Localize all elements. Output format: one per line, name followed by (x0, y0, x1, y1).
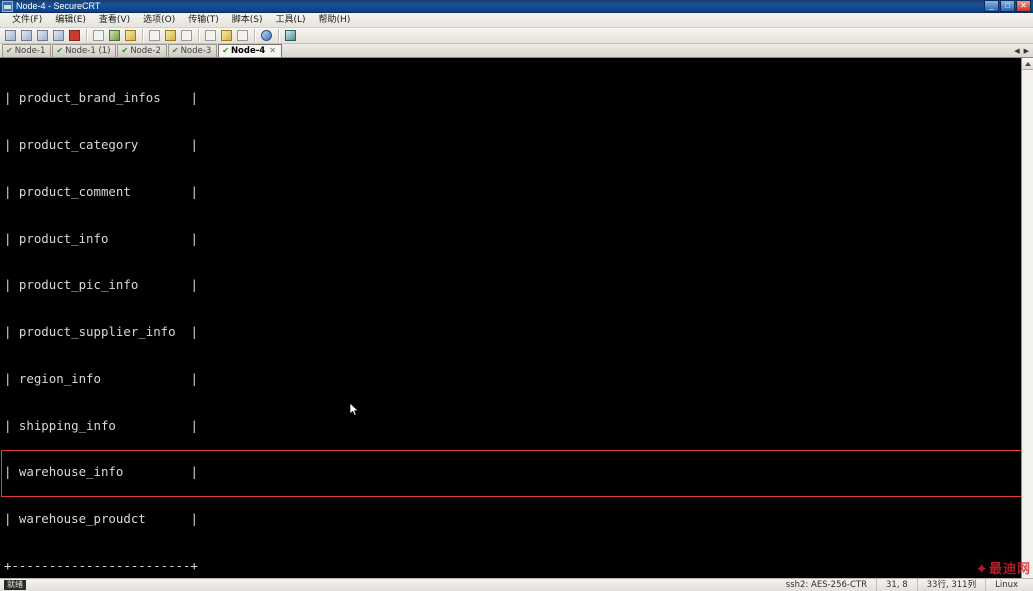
menu-script[interactable]: 脚本(S) (226, 13, 270, 27)
connect-icon[interactable] (19, 28, 34, 43)
status-right-group: ssh2: AES-256-CTR 31, 8 33行, 311列 Linux (777, 579, 1033, 591)
terminal-line: | product_info | (4, 230, 198, 246)
tab-label: Node-1 (1) (65, 46, 111, 56)
toolbar-separator (86, 29, 88, 42)
terminal-area: | product_brand_infos | | product_catego… (0, 58, 1033, 578)
menu-tools[interactable]: 工具(L) (270, 13, 313, 27)
terminal-line: | shipping_info | (4, 417, 198, 433)
tile-windows-icon[interactable] (203, 28, 218, 43)
toggle-chat-icon[interactable] (219, 28, 234, 43)
status-bar: 就绪 ssh2: AES-256-CTR 31, 8 33行, 311列 Lin… (0, 578, 1033, 591)
check-icon: ✔ (121, 46, 129, 55)
terminal-line: | product_pic_info | (4, 277, 198, 293)
log-session-icon[interactable] (163, 28, 178, 43)
toolbar-separator-5 (278, 29, 280, 42)
terminal-output: | product_brand_infos | | product_catego… (4, 58, 1021, 578)
tab-node-1[interactable]: ✔ Node-1 (2, 44, 52, 57)
menu-help[interactable]: 帮助(H) (313, 13, 358, 27)
menu-transfer[interactable]: 传输(T) (182, 13, 226, 27)
command-window-icon[interactable] (235, 28, 250, 43)
menu-edit[interactable]: 编辑(E) (49, 13, 93, 27)
window-controls: _ □ ✕ (984, 0, 1031, 12)
tab-label: Node-1 (14, 46, 46, 56)
paste-icon[interactable] (91, 28, 106, 43)
tab-scroll-left-icon[interactable]: ◀ (1012, 47, 1021, 57)
new-session-icon[interactable] (3, 28, 18, 43)
terminal-line: | product_brand_infos | (4, 90, 198, 106)
tool-bar (0, 28, 1033, 44)
tab-node-4[interactable]: ✔ Node-4 ✕ (218, 44, 282, 57)
window-title: Node-4 - SecureCRT (16, 0, 101, 11)
status-screen-size: 33行, 311列 (916, 579, 985, 591)
clear-screen-icon[interactable] (179, 28, 194, 43)
scrollbar-track[interactable] (1022, 70, 1033, 578)
terminal-icon (2, 0, 13, 12)
terminal-line: | region_info | (4, 370, 198, 386)
menu-options[interactable]: 选项(O) (137, 13, 182, 27)
check-icon: ✔ (171, 46, 179, 55)
terminal-scrollbar[interactable] (1021, 58, 1033, 578)
title-bar: Node-4 - SecureCRT _ □ ✕ (0, 0, 1033, 13)
properties-icon[interactable] (259, 28, 274, 43)
securecrt-window: Node-4 - SecureCRT _ □ ✕ 文件(F) 编辑(E) 查看(… (0, 0, 1033, 591)
scroll-up-button[interactable] (1022, 58, 1033, 70)
tab-label: Node-2 (130, 46, 161, 56)
help-icon[interactable] (283, 28, 298, 43)
toolbar-separator-2 (142, 29, 144, 42)
tab-label: Node-4 (230, 46, 266, 56)
maximize-button[interactable]: □ (1000, 0, 1015, 12)
menu-file[interactable]: 文件(F) (6, 13, 49, 27)
menu-view[interactable]: 查看(V) (93, 13, 137, 27)
connect-sftp-icon[interactable] (51, 28, 66, 43)
terminal-line: | warehouse_info | (4, 464, 198, 480)
terminal-line: | product_comment | (4, 183, 198, 199)
tab-node-3[interactable]: ✔ Node-3 (167, 44, 218, 57)
print-icon[interactable] (147, 28, 162, 43)
check-icon: ✔ (222, 46, 229, 55)
minimize-button[interactable]: _ (984, 0, 999, 12)
find-icon[interactable] (123, 28, 138, 43)
connect-local-icon[interactable] (35, 28, 50, 43)
tab-label: Node-3 (180, 46, 212, 56)
close-icon[interactable]: ✕ (269, 47, 276, 55)
toolbar-separator-4 (254, 29, 256, 42)
check-icon: ✔ (56, 46, 64, 55)
menu-bar: 文件(F) 编辑(E) 查看(V) 选项(O) 传输(T) 脚本(S) 工具(L… (0, 13, 1033, 28)
disconnect-icon[interactable] (67, 28, 82, 43)
status-left-group: 就绪 (0, 580, 26, 590)
tab-scroll-right-icon[interactable]: ▶ (1022, 47, 1031, 57)
session-options-icon[interactable] (107, 28, 122, 43)
tab-scroll-controls: ◀ ▶ (1012, 47, 1033, 57)
status-protocol: ssh2: AES-256-CTR (785, 580, 867, 590)
close-button[interactable]: ✕ (1016, 0, 1031, 12)
terminal-line: | product_category | (4, 136, 198, 152)
tab-bar: ✔ Node-1 ✔ Node-1 (1) ✔ Node-2 ✔ Node-3 … (0, 44, 1033, 58)
terminal-line: +------------------------+ (4, 558, 198, 573)
status-cursor-position: 31, 8 (876, 579, 917, 591)
terminal-line: | product_supplier_info | (4, 324, 198, 340)
terminal-screen[interactable]: | product_brand_infos | | product_catego… (0, 58, 1021, 578)
terminal-line: | warehouse_proudct | (4, 511, 198, 527)
check-icon: ✔ (6, 46, 13, 55)
tab-node-2[interactable]: ✔ Node-2 (117, 44, 167, 57)
tab-node-1-1[interactable]: ✔ Node-1 (1) (52, 44, 117, 57)
status-ready-label: 就绪 (4, 580, 26, 590)
toolbar-separator-3 (198, 29, 200, 42)
status-terminal-type: Linux (985, 579, 1027, 591)
